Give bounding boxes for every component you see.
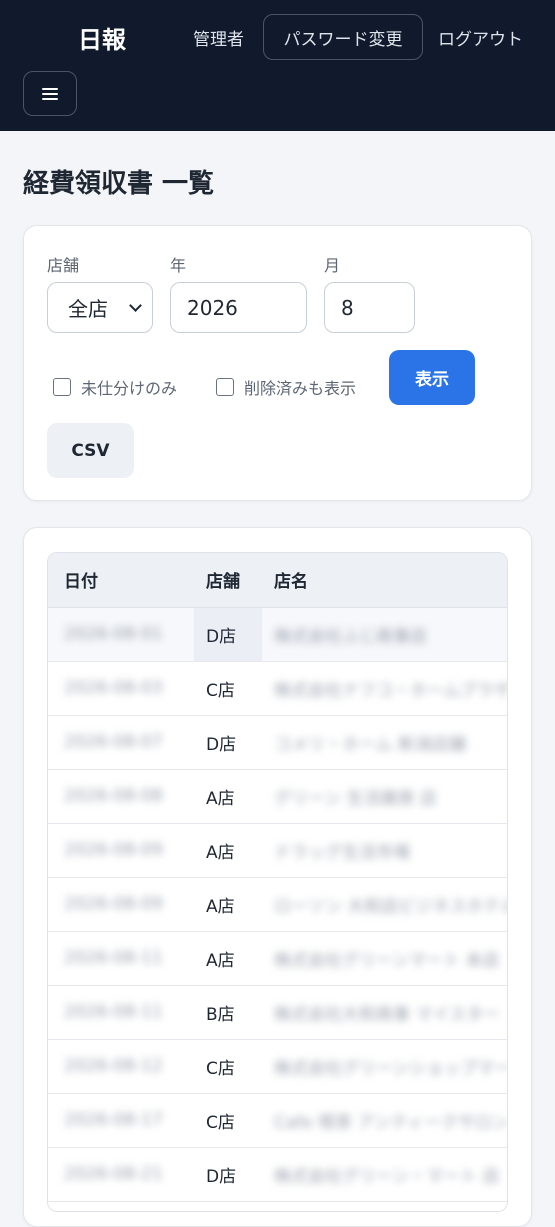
row-name: 株式会社グリーンショップマート (262, 1039, 507, 1094)
column-header-store[interactable]: 店舗 (194, 553, 262, 608)
row-name: グリーン 生活雑貨 店 (262, 769, 507, 824)
store-select[interactable]: 全店 (47, 282, 153, 333)
row-name: 株式会社ふじ商事店 (262, 607, 507, 662)
table-header-row: 日付 店舗 店名 (48, 553, 507, 608)
table-row[interactable]: 2026-08-11 B店 株式会社大和商事 マイスター (48, 985, 507, 1040)
receipt-list-panel: 日付 店舗 店名 2026-08-01 D店 株式会社ふじ商事店 2026-08-03… (23, 527, 532, 1227)
menu-toggle-button[interactable] (23, 71, 77, 116)
year-label: 年 (170, 256, 187, 275)
row-date: 2026-08-03 (48, 661, 194, 716)
month-input[interactable]: 8 (324, 282, 415, 333)
row-date: 2026-08-09 (48, 877, 194, 932)
row-store: C店 (194, 1039, 262, 1094)
row-name: 株式会社ナフコ・ホームプラザ (262, 661, 507, 716)
receipt-table: 日付 店舗 店名 2026-08-01 D店 株式会社ふじ商事店 2026-08-03… (48, 553, 507, 1202)
year-input-value: 2026 (187, 295, 238, 320)
table-row[interactable]: 2026-08-09 A店 ローソン 大和店ビジネスホテル (48, 877, 507, 932)
row-store: D店 (194, 607, 262, 662)
show-deleted-checkbox-row[interactable]: 削除済みも表示 (216, 375, 356, 399)
row-name: 株式会社グリーン・マート 店 (262, 1147, 507, 1202)
unassigned-only-checkbox[interactable] (53, 378, 71, 396)
row-name: コメリ・ホーム 新潟店舗 (262, 715, 507, 770)
table-row[interactable]: 2026-08-12 C店 株式会社グリーンショップマート (48, 1039, 507, 1094)
table-row[interactable]: 2026-08-03 C店 株式会社ナフコ・ホームプラザ (48, 661, 507, 716)
chevron-down-icon (129, 298, 142, 312)
show-deleted-checkbox[interactable] (216, 378, 234, 396)
hamburger-icon (42, 87, 58, 100)
brand-logo[interactable]: 日報 (78, 20, 126, 55)
row-store: C店 (194, 1093, 262, 1148)
csv-button[interactable]: CSV (47, 423, 134, 478)
table-row[interactable]: 2026-08-11 A店 株式会社グリーンマート 本店 (48, 931, 507, 986)
table-row[interactable]: 2026-08-07 D店 コメリ・ホーム 新潟店舗 (48, 715, 507, 770)
row-name: 株式会社大和商事 マイスター (262, 985, 507, 1040)
row-date: 2026-08-09 (48, 823, 194, 878)
row-date: 2026-08-01 (48, 607, 194, 662)
show-button[interactable]: 表示 (389, 350, 475, 405)
year-input[interactable]: 2026 (170, 282, 307, 333)
table-row[interactable]: 2026-08-21 D店 株式会社グリーン・マート 店 (48, 1147, 507, 1202)
row-store: D店 (194, 715, 262, 770)
column-header-date[interactable]: 日付 (48, 553, 194, 608)
row-name: 株式会社グリーンマート 本店 (262, 931, 507, 986)
store-label: 店舗 (47, 256, 80, 275)
table-row[interactable]: 2026-08-01 D店 株式会社ふじ商事店 (48, 607, 507, 662)
row-date: 2026-08-11 (48, 985, 194, 1040)
show-deleted-label: 削除済みも表示 (244, 379, 357, 398)
logout-link[interactable]: ログアウト (438, 25, 523, 50)
row-store: A店 (194, 769, 262, 824)
row-date: 2026-08-17 (48, 1093, 194, 1148)
month-input-value: 8 (341, 295, 354, 320)
unassigned-only-label: 未仕分けのみ (81, 379, 178, 398)
row-store: A店 (194, 931, 262, 986)
password-change-button[interactable]: パスワード変更 (263, 14, 423, 60)
month-label: 月 (324, 256, 341, 275)
table-row[interactable]: 2026-08-08 A店 グリーン 生活雑貨 店 (48, 769, 507, 824)
column-header-name[interactable]: 店名 (262, 553, 507, 608)
row-name: ローソン 大和店ビジネスホテル (262, 877, 507, 932)
table-row[interactable]: 2026-08-17 C店 Cafe 喫茶 アンティークサロン (48, 1093, 507, 1148)
row-store: C店 (194, 661, 262, 716)
row-store: A店 (194, 823, 262, 878)
filter-panel: 店舗 年 月 全店 2026 8 未仕分けのみ 削除済みも表示 表示 CSV (23, 225, 532, 501)
row-store: B店 (194, 985, 262, 1040)
row-date: 2026-08-08 (48, 769, 194, 824)
admin-user-link[interactable]: 管理者 (193, 25, 244, 50)
row-name: ドラッグ生活市場 (262, 823, 507, 878)
row-store: D店 (194, 1147, 262, 1202)
table-row[interactable]: 2026-08-09 A店 ドラッグ生活市場 (48, 823, 507, 878)
row-date: 2026-08-11 (48, 931, 194, 986)
store-select-value: 全店 (68, 297, 108, 321)
page-title: 経費領収書 一覧 (23, 169, 215, 199)
receipt-table-container: 日付 店舗 店名 2026-08-01 D店 株式会社ふじ商事店 2026-08-03… (47, 552, 508, 1212)
row-name: Cafe 喫茶 アンティークサロン (262, 1093, 507, 1148)
unassigned-only-checkbox-row[interactable]: 未仕分けのみ (53, 375, 177, 399)
row-date: 2026-08-12 (48, 1039, 194, 1094)
row-date: 2026-08-21 (48, 1147, 194, 1202)
row-date: 2026-08-07 (48, 715, 194, 770)
top-navbar: 日報 管理者 パスワード変更 ログアウト (0, 0, 555, 131)
row-store: A店 (194, 877, 262, 932)
